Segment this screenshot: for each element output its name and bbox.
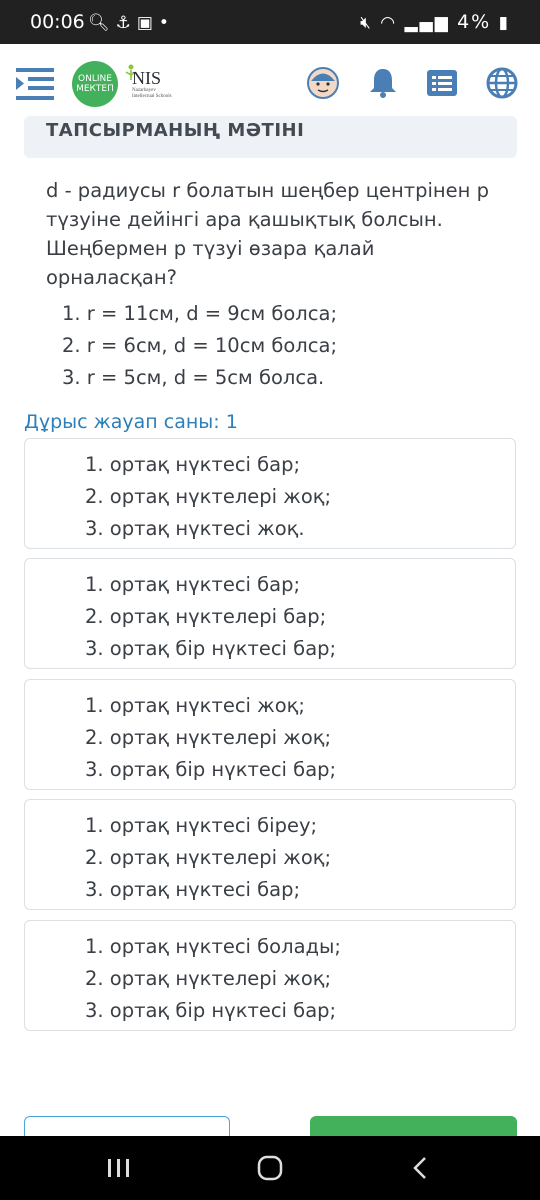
status-bar: 00:06 🔍︎⚓︎▣• 🔇︎ ◠ ▂▄▆ 4% ▮: [0, 0, 540, 44]
bell-icon[interactable]: [366, 66, 400, 100]
wifi-icon: ◠: [380, 13, 398, 33]
option-line: 2. ортақ нүктелері жоқ;: [85, 846, 332, 869]
battery-text: 4%: [457, 11, 492, 33]
option-line: 2. ортақ нүктелері бар;: [85, 605, 327, 628]
status-left-icons: 🔍︎⚓︎▣•: [88, 13, 175, 33]
search-icon: 🔍︎: [88, 13, 116, 33]
answer-option-3[interactable]: 1. ортақ нүктесі жоқ; 2. ортақ нүктелері…: [24, 679, 516, 790]
battery-icon: ▮: [498, 13, 510, 33]
option-line: 1. ортақ нүктесі бар;: [85, 573, 301, 596]
nis-word: NIS: [132, 68, 162, 88]
logo-mektep-text: МЕКТЕП: [76, 84, 114, 94]
option-line: 1. ортақ нүктесі жоқ;: [85, 694, 306, 717]
menu-icon[interactable]: [16, 68, 54, 100]
back-icon[interactable]: [406, 1154, 436, 1182]
option-line: 3. ортақ нүктесі жоқ.: [85, 517, 305, 540]
option-line: 1. ортақ нүктесі бар;: [85, 453, 301, 476]
task-heading-box: ТАПСЫРМАНЫҢ МӘТІНІ: [24, 116, 517, 158]
nis-subtitle: Nazarbayev Intellectual Schools: [132, 88, 172, 99]
option-line: 2. ортақ нүктелері жоқ;: [85, 967, 332, 990]
option-line: 3. ортақ бір нүктесі бар;: [85, 999, 337, 1022]
condition-item: 3. r = 5см, d = 5см болса.: [62, 366, 325, 389]
signal-icon: ▂▄▆: [404, 13, 450, 33]
recent-apps-icon[interactable]: [104, 1154, 134, 1182]
option-line: 2. ортақ нүктелері жоқ;: [85, 485, 332, 508]
support-agent-icon[interactable]: [306, 66, 340, 100]
globe-icon[interactable]: [485, 66, 519, 100]
system-nav-bar: [0, 1136, 540, 1200]
app-header: ONLINE МЕКТЕП NIS Nazarbayev Intellectua…: [0, 44, 540, 122]
question-text: d - радиусы r болатын шеңбер центрінен p…: [46, 179, 490, 289]
option-line: 1. ортақ нүктесі біреу;: [85, 814, 318, 837]
answer-option-5[interactable]: 1. ортақ нүктесі болады; 2. ортақ нүктел…: [24, 920, 516, 1031]
answer-option-1[interactable]: 1. ортақ нүктесі бар; 2. ортақ нүктелері…: [24, 438, 516, 549]
answer-option-2[interactable]: 1. ортақ нүктесі бар; 2. ортақ нүктелері…: [24, 558, 516, 669]
instagram-icon: ▣: [136, 13, 159, 33]
condition-item: 1. r = 11см, d = 9см болса;: [62, 302, 338, 325]
online-mektep-logo[interactable]: ONLINE МЕКТЕП: [72, 61, 118, 107]
condition-item: 2. r = 6см, d = 10см болса;: [62, 334, 338, 357]
option-line: 3. ортақ бір нүктесі бар;: [85, 637, 337, 660]
answer-option-4[interactable]: 1. ортақ нүктесі біреу; 2. ортақ нүктеле…: [24, 799, 516, 910]
home-icon[interactable]: [255, 1154, 285, 1182]
option-line: 1. ортақ нүктесі болады;: [85, 935, 341, 958]
option-line: 3. ортақ бір нүктесі бар;: [85, 758, 337, 781]
dot-icon: •: [158, 13, 175, 33]
anchor-icon: ⚓︎: [115, 13, 137, 33]
task-heading: ТАПСЫРМАНЫҢ МӘТІНІ: [46, 120, 305, 141]
option-line: 3. ортақ нүктесі бар;: [85, 878, 301, 901]
mute-icon: 🔇︎: [360, 13, 373, 33]
status-time: 00:06: [30, 11, 85, 33]
status-right: 🔇︎ ◠ ▂▄▆ 4% ▮: [360, 11, 510, 33]
nis-logo: NIS Nazarbayev Intellectual Schools: [124, 64, 172, 106]
logo-online-text: ONLINE: [78, 74, 112, 84]
list-icon[interactable]: [425, 66, 459, 100]
question-conditions: 1. r = 11см, d = 9см болса; 2. r = 6см, …: [62, 298, 502, 394]
correct-answer-count: Дұрыс жауап саны: 1: [24, 411, 238, 433]
option-line: 2. ортақ нүктелері жоқ;: [85, 726, 332, 749]
